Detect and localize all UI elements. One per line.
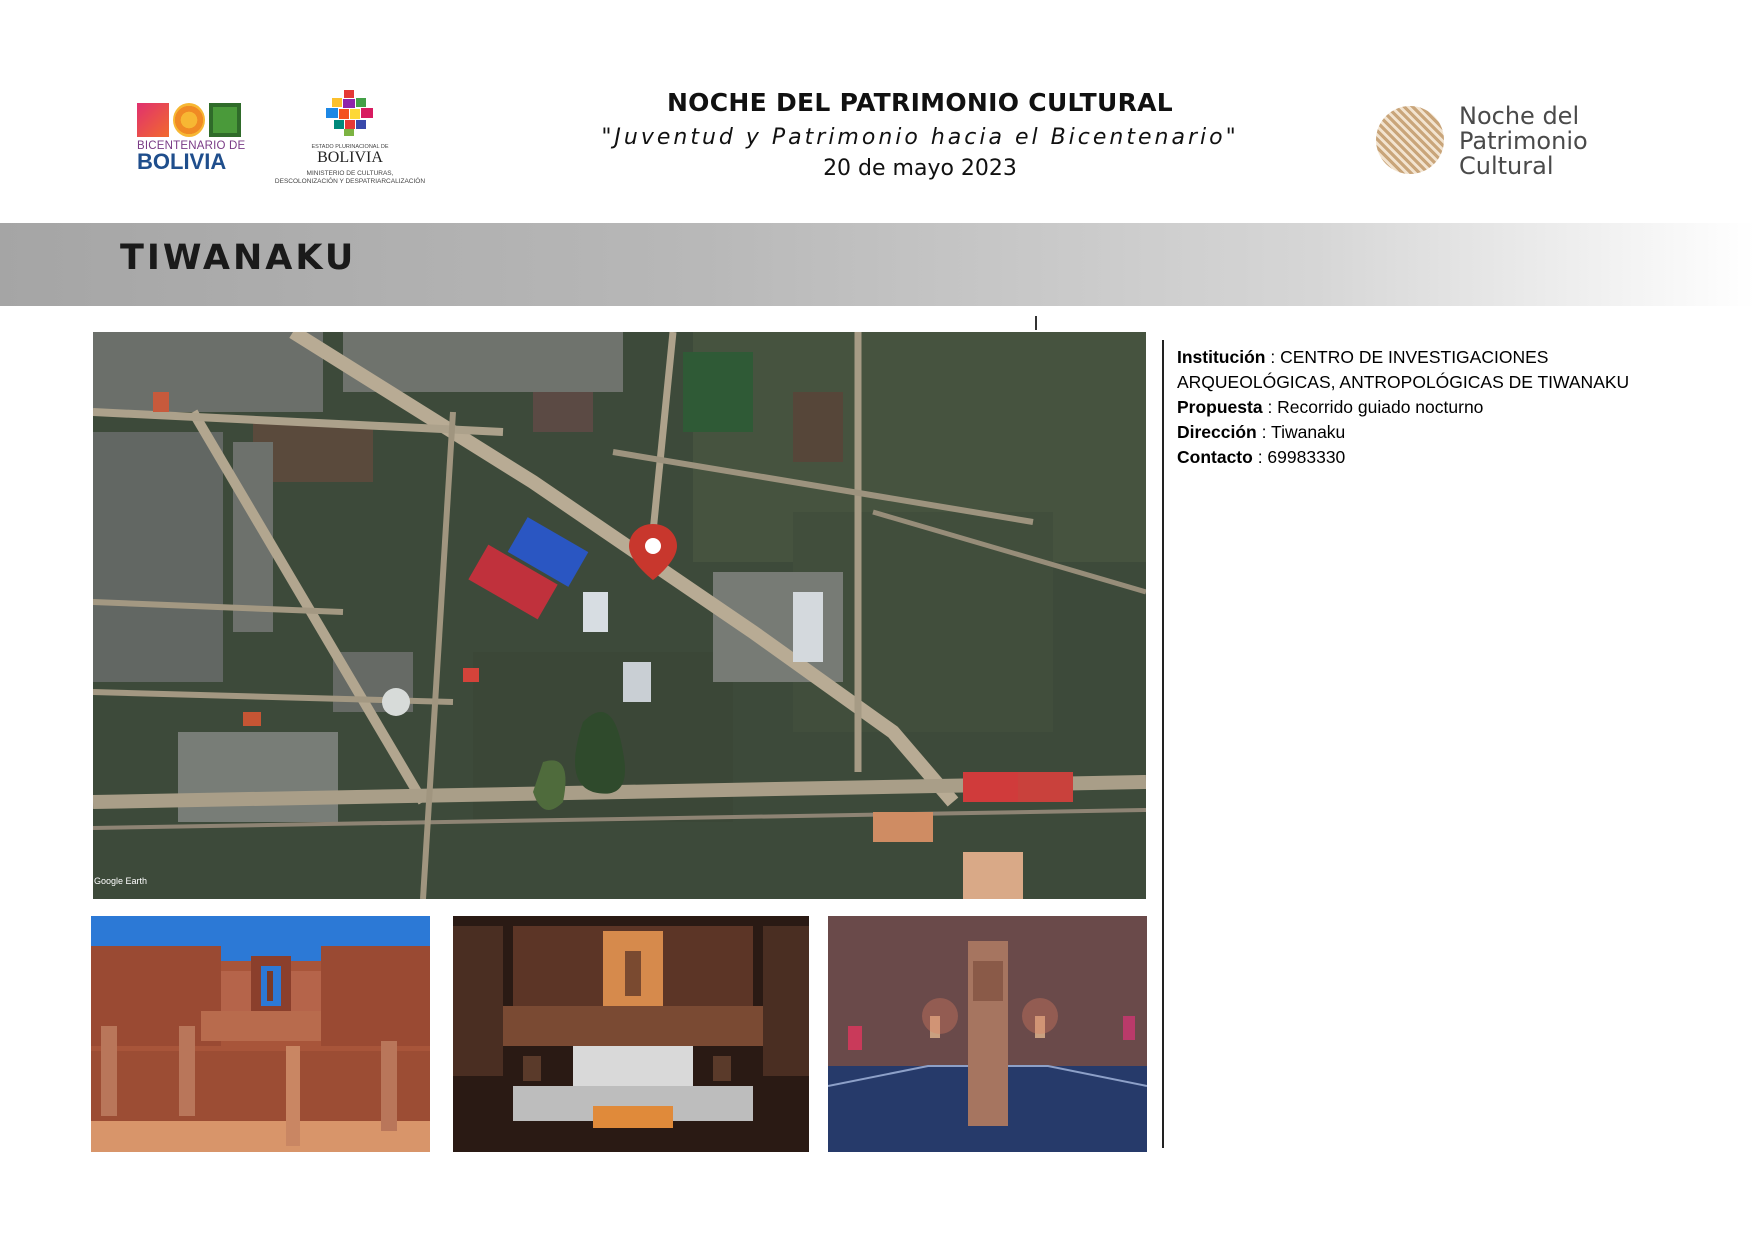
vertical-divider — [1162, 340, 1164, 1148]
noche-pattern-icon — [1376, 106, 1444, 174]
direccion-value: Tiwanaku — [1271, 422, 1346, 442]
ministry-name-line2: DESCOLONIZACIÓN Y DESPATRIARCALIZACIÓN — [274, 178, 426, 185]
bicentenario-emblem-icon — [137, 103, 249, 137]
institucion-label: Institución — [1177, 347, 1266, 367]
propuesta-row: Propuesta : Recorrido guiado nocturno — [1177, 395, 1737, 420]
contacto-separator: : — [1252, 447, 1268, 467]
propuesta-value: Recorrido guiado nocturno — [1277, 397, 1484, 417]
institucion-separator: : — [1265, 347, 1281, 367]
event-date: 20 de mayo 2023 — [823, 156, 1017, 181]
section-title: TIWANAKU — [120, 238, 357, 278]
bicentenario-logo: BICENTENARIO DE BOLIVIA — [137, 103, 249, 183]
direccion-row: Dirección : Tiwanaku — [1177, 420, 1737, 445]
noche-logo-line3: Cultural — [1459, 152, 1554, 180]
propuesta-separator: : — [1262, 397, 1278, 417]
direccion-separator: : — [1256, 422, 1272, 442]
noche-logo-line2: Patrimonio — [1459, 127, 1588, 155]
event-header: NOCHE DEL PATRIMONIO CULTURAL "Juventud … — [560, 88, 1280, 181]
photo-museum-interior — [453, 916, 809, 1152]
satellite-map[interactable] — [93, 332, 1146, 899]
direccion-label: Dirección — [1177, 422, 1257, 442]
photo-monolith-gallery — [828, 916, 1147, 1152]
institucion-value-line2: ARQUEOLÓGICAS, ANTROPOLÓGICAS DE TIWANAK… — [1177, 372, 1630, 392]
ministry-bolivia: BOLIVIA — [317, 149, 383, 166]
event-title: NOCHE DEL PATRIMONIO CULTURAL — [666, 88, 1174, 117]
divider-tick — [1035, 316, 1037, 330]
ministry-name-line1: MINISTERIO DE CULTURAS, — [306, 170, 394, 177]
event-subtitle: "Juventud y Patrimonio hacia el Bicenten… — [601, 125, 1239, 150]
institucion-row: Institución : CENTRO DE INVESTIGACIONES — [1177, 345, 1737, 370]
contacto-label: Contacto — [1177, 447, 1253, 467]
photo-temple-exterior — [91, 916, 430, 1152]
info-panel: Institución : CENTRO DE INVESTIGACIONES … — [1177, 345, 1737, 470]
contacto-row: Contacto : 69983330 — [1177, 445, 1737, 470]
noche-logo-text: Noche del Patrimonio Cultural — [1459, 104, 1588, 179]
propuesta-label: Propuesta — [1177, 397, 1263, 417]
institucion-value-line1: CENTRO DE INVESTIGACIONES — [1280, 347, 1549, 367]
ministry-logo: ESTADO PLURINACIONAL DE BOLIVIA MINISTER… — [270, 90, 430, 200]
noche-patrimonio-logo: Noche del Patrimonio Cultural — [1376, 104, 1636, 180]
noche-logo-line1: Noche del — [1459, 102, 1580, 130]
map-attribution: Google Earth — [94, 876, 148, 886]
contacto-value[interactable]: 69983330 — [1267, 447, 1345, 467]
ministry-mosaic-icon — [326, 90, 373, 136]
bicentenario-bolivia: BOLIVIA — [137, 149, 227, 174]
